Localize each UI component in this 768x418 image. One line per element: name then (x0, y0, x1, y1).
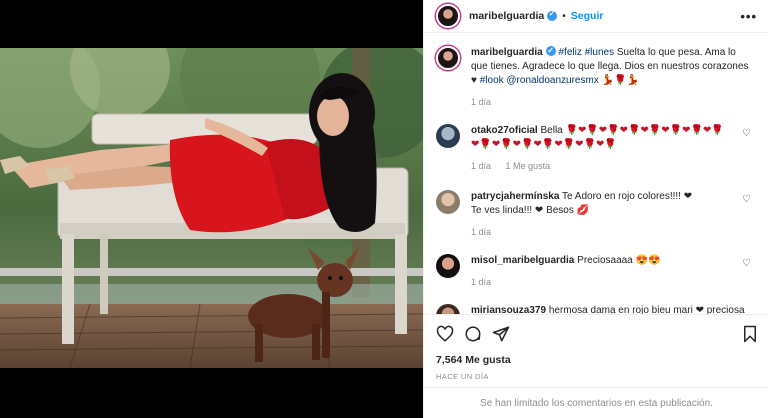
comment-body: Te Adoro en rojo colores!!!! ❤ (562, 191, 693, 202)
caption-meta: 1 día (471, 97, 751, 107)
post-sidebar: maribelguardia • Seguir ••• maribelguard… (423, 0, 768, 418)
comment-time[interactable]: 1 día (471, 227, 491, 237)
commenter-avatar[interactable] (436, 124, 460, 148)
comment-body: hermosa dama en rojo bieu mari ❤ precios… (548, 305, 745, 314)
comment-bubble-icon[interactable] (464, 325, 482, 343)
comment-meta: 1 día 1 Me gusta (471, 161, 751, 171)
mention-link[interactable]: @ronaldoanzuresmx (506, 75, 598, 86)
comment-text: patrycjahermínska Te Adoro en rojo color… (471, 190, 751, 218)
comment-text: misol_maribelguardia Preciosaaaa 😍😍 (471, 254, 751, 268)
likes-count[interactable]: 7,564 Me gusta (436, 354, 511, 366)
more-options-icon[interactable]: ••• (740, 9, 757, 24)
post-media-pane (0, 0, 423, 418)
comment-likes[interactable]: 1 Me gusta (506, 161, 551, 171)
comment-text: miriansouza379 hermosa dama en rojo bieu… (471, 304, 751, 314)
like-comment-heart-icon[interactable]: ♡ (742, 128, 751, 139)
commenter-username[interactable]: otako27oficial (471, 125, 538, 136)
comment-meta: 1 día (471, 277, 751, 287)
commenter-username[interactable]: miriansouza379 (471, 305, 546, 314)
commenter-avatar[interactable] (436, 304, 460, 314)
caption-avatar[interactable] (436, 46, 460, 70)
separator-dot: • (562, 10, 566, 22)
comment-body: Preciosaaaa 😍😍 (577, 255, 661, 266)
commenter-username[interactable]: patrycjahermínska (471, 191, 559, 202)
hashtag-lunes[interactable]: #lunes (585, 47, 614, 58)
comments-list[interactable]: maribelguardia #feliz #lunes Suelta lo q… (424, 34, 768, 314)
author-username[interactable]: maribelguardia (469, 10, 544, 22)
post-header: maribelguardia • Seguir ••• (424, 0, 768, 33)
post-actions: 7,564 Me gusta HACE UN DÍA Se han limita… (424, 314, 768, 418)
caption-text: maribelguardia #feliz #lunes Suelta lo q… (471, 44, 751, 88)
comment-body-line2: Te ves linda!!! ❤ Besos 💋 (471, 205, 590, 216)
commenter-avatar[interactable] (436, 254, 460, 278)
caption-emojis: 💃🌹💃 (598, 75, 639, 86)
comment-item: patrycjahermínska Te Adoro en rojo color… (436, 190, 751, 237)
like-heart-icon[interactable] (436, 325, 454, 343)
caption-time[interactable]: 1 día (471, 97, 491, 107)
caption-verified-icon (545, 44, 556, 58)
post-timestamp[interactable]: HACE UN DÍA (436, 372, 489, 381)
caption: maribelguardia #feliz #lunes Suelta lo q… (436, 44, 751, 107)
save-bookmark-icon[interactable] (742, 325, 758, 343)
comment-body: Bella (540, 125, 563, 136)
hashtag-feliz[interactable]: #feliz (558, 47, 581, 58)
hashtag-look[interactable]: #look (480, 75, 504, 86)
verified-badge-icon (547, 9, 558, 21)
comment-time[interactable]: 1 día (471, 161, 491, 171)
commenter-avatar[interactable] (436, 190, 460, 214)
caption-username[interactable]: maribelguardia (471, 47, 543, 58)
comment-meta: 1 día (471, 227, 751, 237)
share-send-icon[interactable] (492, 325, 510, 343)
action-icons-row (436, 325, 758, 345)
comment-text: otako27oficial Bella 🌹❤🌹❤🌹❤🌹❤🌹❤🌹❤🌹❤🌹❤🌹❤🌹… (471, 124, 731, 152)
post-photo[interactable] (0, 48, 423, 368)
author-avatar[interactable] (436, 4, 460, 28)
comment-item: misol_maribelguardia Preciosaaaa 😍😍 1 dí… (436, 254, 751, 287)
like-comment-heart-icon[interactable]: ♡ (742, 258, 751, 269)
comment-time[interactable]: 1 día (471, 277, 491, 287)
comments-limited-notice: Se han limitado los comentarios en esta … (424, 387, 768, 418)
follow-button[interactable]: Seguir (571, 10, 604, 22)
commenter-username[interactable]: misol_maribelguardia (471, 255, 574, 266)
comment-item: otako27oficial Bella 🌹❤🌹❤🌹❤🌹❤🌹❤🌹❤🌹❤🌹❤🌹❤🌹… (436, 124, 751, 171)
comment-item: miriansouza379 hermosa dama en rojo bieu… (436, 304, 751, 314)
like-comment-heart-icon[interactable]: ♡ (742, 194, 751, 205)
post-photo-illustration (0, 48, 423, 368)
